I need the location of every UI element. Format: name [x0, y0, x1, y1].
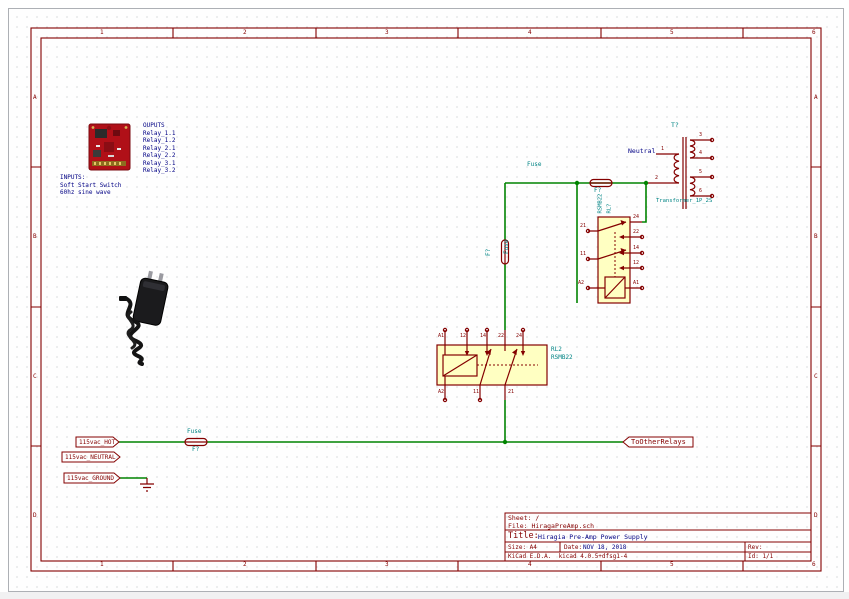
- tb-title-value: Hiragia Pre-Amp Power Supply: [538, 534, 648, 541]
- fuse-input-value[interactable]: Fuse: [187, 429, 201, 435]
- frame-column-label: 2: [243, 562, 247, 568]
- frame-column-label: 3: [385, 562, 389, 568]
- pin-number: 24: [516, 334, 522, 339]
- frame-column-label: 1: [100, 30, 104, 36]
- fuse-input-symbol[interactable]: [185, 439, 207, 446]
- tb-sheet: Sheet: /: [508, 515, 539, 522]
- pin-number: 24: [633, 215, 639, 220]
- relay-bottom-symbol[interactable]: [437, 328, 547, 401]
- frame-row-label: D: [814, 513, 818, 519]
- pin-number: 11: [473, 390, 479, 395]
- pin-number: 14: [480, 334, 486, 339]
- pin-number: A1: [438, 334, 444, 339]
- frame-column-label: 4: [528, 30, 532, 36]
- pin-number: 2: [655, 176, 658, 181]
- frame-row-label: B: [33, 234, 37, 240]
- relay-bottom-ref[interactable]: RL2: [551, 347, 562, 353]
- fuse-mid-ref[interactable]: F?: [486, 249, 492, 256]
- tb-app-version: KiCad E.D.A. kicad 4.0.5+dfsg1-4: [508, 554, 627, 560]
- note-output-item[interactable]: Relay_2.2: [143, 153, 176, 159]
- frame-row-label: D: [33, 513, 37, 519]
- note-output-item[interactable]: Relay_2.1: [143, 146, 176, 152]
- tb-file: File: HiragaPreAmp.sch: [508, 523, 594, 530]
- pin-number: 22: [498, 334, 504, 339]
- frame-column-label: 1: [100, 562, 104, 568]
- pin-number: A2: [578, 281, 584, 286]
- net-label-hot[interactable]: 115vac_HOT: [79, 440, 115, 446]
- relay-bottom-value[interactable]: RSMB22: [551, 355, 573, 361]
- pin-number: A2: [438, 390, 444, 395]
- frame-row-label: C: [814, 374, 818, 380]
- net-label-neutral-in[interactable]: 115vac_NEUTRAL: [65, 455, 116, 461]
- tb-date-label: Date:: [564, 545, 582, 551]
- frame-row-label: C: [33, 374, 37, 380]
- frame-column-label: 5: [670, 30, 674, 36]
- fuse-primary-value[interactable]: Fuse: [527, 162, 541, 168]
- tb-id: Id: 1/1: [748, 554, 773, 560]
- global-label-outlines[interactable]: [62, 437, 693, 483]
- net-label-neutral[interactable]: Neutral: [628, 148, 655, 155]
- schematic-editor-canvas: 1 2 3 4 5 6 1 2 3 4 5 6 A B C D A B C D …: [0, 0, 849, 599]
- relay-top-ref[interactable]: RL?: [608, 204, 614, 214]
- tb-title-label: Title:: [508, 532, 539, 541]
- note-output-item[interactable]: Relay_3.2: [143, 168, 176, 174]
- pcb-photo-image[interactable]: [89, 124, 130, 170]
- fuse-input-ref[interactable]: F?: [192, 447, 199, 453]
- pin-number: 11: [580, 252, 586, 257]
- transformer-value[interactable]: Transformer_1P_2S: [656, 199, 712, 205]
- fuse-mid-value[interactable]: Fuse: [504, 240, 510, 254]
- net-label-to-other-relays[interactable]: ToOtherRelays: [631, 439, 686, 446]
- power-adapter-image[interactable]: [119, 269, 171, 364]
- frame-column-label: 4: [528, 562, 532, 568]
- note-output-item[interactable]: Relay_3.1: [143, 161, 176, 167]
- fuse-primary-symbol[interactable]: [590, 180, 612, 187]
- pin-number: 14: [633, 246, 639, 251]
- frame-row-label: B: [814, 234, 818, 240]
- pin-number: 6: [699, 189, 702, 194]
- pin-number: 22: [633, 230, 639, 235]
- ground-symbol[interactable]: [140, 478, 154, 491]
- tb-rev: Rev:: [748, 545, 762, 551]
- schematic-canvas: [0, 0, 849, 599]
- pin-number: 5: [699, 170, 702, 175]
- note-output-item[interactable]: Relay_1.1: [143, 131, 176, 137]
- note-inputs-line[interactable]: Soft Start Switch: [60, 183, 121, 189]
- pin-number: 12: [633, 261, 639, 266]
- note-output-item[interactable]: Relay_1.2: [143, 138, 176, 144]
- note-outputs-title[interactable]: OUPUTS: [143, 123, 165, 129]
- tb-size: Size: A4: [508, 545, 537, 551]
- pin-number: 3: [699, 133, 702, 138]
- pin-number: 4: [699, 151, 702, 156]
- note-inputs-line[interactable]: 60hz sine wave: [60, 190, 111, 196]
- frame-column-label: 3: [385, 30, 389, 36]
- net-label-ground[interactable]: 115vac_GROUND: [67, 476, 114, 482]
- frame-row-label: A: [814, 95, 818, 101]
- frame-column-label: 2: [243, 30, 247, 36]
- pin-number: 21: [508, 390, 514, 395]
- transformer-ref[interactable]: T?: [671, 122, 679, 129]
- frame-column-label: 5: [670, 562, 674, 568]
- note-inputs-line[interactable]: INPUTS:: [60, 175, 85, 181]
- pin-number: A1: [633, 281, 639, 286]
- pin-number: 12: [460, 334, 466, 339]
- pin-number: 21: [580, 224, 586, 229]
- relay-top-value[interactable]: RSMB22: [599, 194, 605, 214]
- pin-number: 1: [661, 147, 664, 152]
- frame-column-label: 6: [812, 562, 816, 568]
- frame-row-label: A: [33, 95, 37, 101]
- tb-date-value: NOV 18, 2018: [583, 545, 626, 551]
- frame-column-label: 6: [812, 30, 816, 36]
